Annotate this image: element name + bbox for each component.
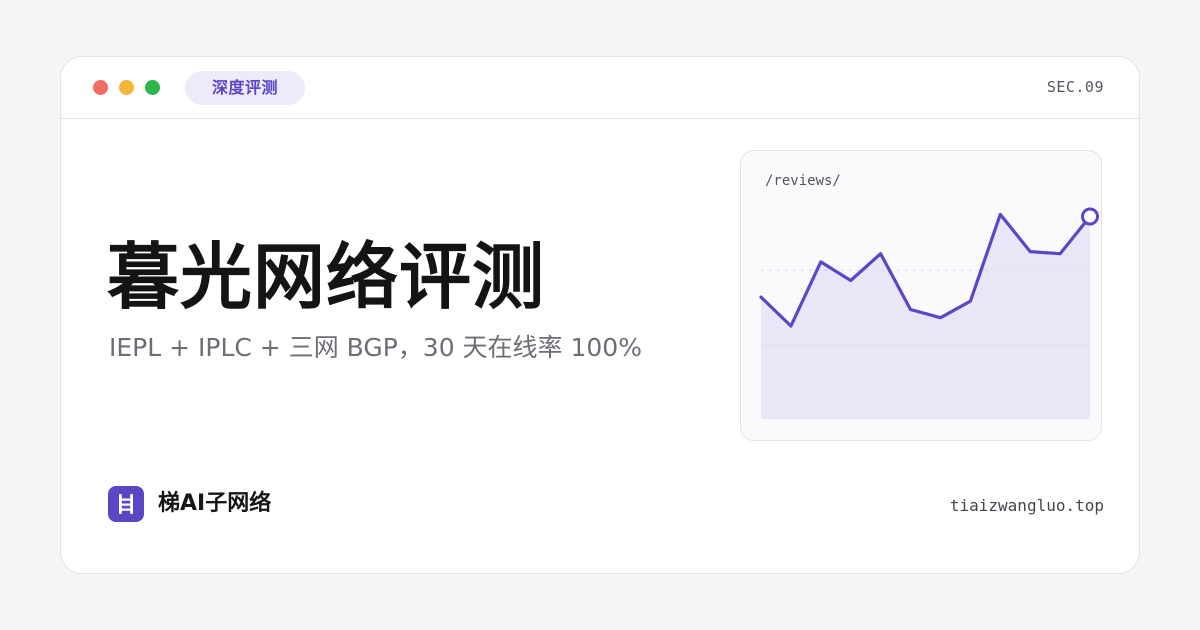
chart-area-fill bbox=[761, 214, 1090, 419]
page-subtitle: IEPL + IPLC + 三网 BGP，30 天在线率 100% bbox=[109, 333, 642, 362]
site-domain[interactable]: tiaizwangluo.top bbox=[950, 496, 1104, 515]
close-window-dot[interactable] bbox=[93, 80, 108, 95]
page-title: 暮光网络评测 bbox=[107, 235, 546, 319]
maximize-window-dot[interactable] bbox=[145, 80, 160, 95]
category-badge: 深度评测 bbox=[185, 71, 305, 105]
share-card: 深度评测 SEC.09 暮光网络评测 IEPL + IPLC + 三网 BGP，… bbox=[60, 56, 1140, 574]
chart-last-point-marker bbox=[1081, 207, 1099, 226]
section-code: SEC.09 bbox=[1046, 78, 1104, 96]
ladder-icon bbox=[108, 486, 144, 522]
brand-name: 梯AI子网络 bbox=[158, 491, 272, 516]
chart-preview-panel: /reviews/ bbox=[740, 150, 1102, 441]
brand-logo bbox=[108, 486, 144, 522]
line-chart bbox=[759, 207, 1099, 419]
window-titlebar: 深度评测 SEC.09 bbox=[61, 57, 1139, 119]
minimize-window-dot[interactable] bbox=[119, 80, 134, 95]
